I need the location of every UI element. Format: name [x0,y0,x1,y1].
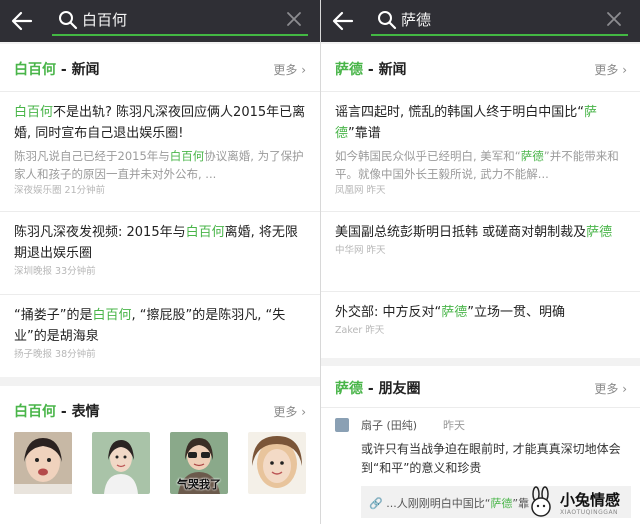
text-segment: ”立场一贯、明确 [467,305,566,320]
moments-section-title: 萨德 - 朋友圈 [335,381,421,397]
highlight-keyword: 白百何 [185,225,225,240]
search-icon [59,11,78,30]
news-item-meta: 扬子晚报 38分钟前 [14,349,96,360]
news-item-meta: 中华网 昨天 [335,245,386,256]
sticker-row: 气哭我了 [0,426,320,524]
news-item-meta: 凤凰网 昨天 [335,185,386,196]
watermark: 小兔情感 XIAOTUQINGGAN [524,486,636,522]
chevron-right-icon: › [622,63,627,77]
watermark-subtitle: XIAOTUQINGGAN [560,509,619,516]
search-bar: 白百何 [0,0,320,42]
news-item[interactable]: 外交部: 中方反对“萨德”立场一贯、明确 Zaker 昨天 [321,292,640,358]
news-item-title[interactable]: 美国副总统彭斯明日抵韩 或磋商对朝制裁及萨德 [335,222,627,243]
highlight-keyword: 萨德 [490,497,513,510]
search-bar: 萨德 [321,0,640,42]
text-segment: 如今韩国民众似乎已经明白, 美军和“ [335,149,521,163]
search-field[interactable]: 萨德 [371,6,628,36]
news-item-snippet: 如今韩国民众似乎已经明白, 美军和“萨德”并不能带来和平。就像中国外长王毅所说,… [335,147,627,183]
search-query[interactable]: 白百何 [82,10,127,30]
more-news-link[interactable]: 更多 › [594,61,627,78]
news-item-title[interactable]: 白百何不是出轨? 陈羽凡深夜回应俩人2015年已离婚, 同时宣布自己退出娱乐圈! [14,102,306,144]
avatar[interactable] [335,418,349,432]
left-panel: 白百何 白百何 - 新闻 更多 › 白百何不是出轨? 陈羽凡深夜回应俩人2015… [0,0,320,524]
stickers-section-title: 白百何 - 表情 [14,404,100,420]
news-section-header: 白百何 - 新闻 更多 › [0,44,320,92]
news-item-meta: 深夜娱乐圈 21分钟前 [14,185,106,196]
moment-link-text[interactable]: ...人刚刚明白中国比“萨德”靠 [386,497,529,510]
clear-icon[interactable] [606,11,622,27]
chevron-right-icon: › [301,63,306,77]
sticker-2[interactable] [92,432,150,494]
text-segment: ...人刚刚明白中国比“ [386,497,491,510]
highlight-keyword: 白百何 [14,105,54,120]
text-segment: ”靠谱 [348,126,381,141]
rabbit-logo-icon [531,486,551,517]
moments-section-header: 萨德 - 朋友圈 更多 › [321,366,640,408]
highlight-keyword: 白百何 [169,149,205,163]
chevron-right-icon: › [622,382,627,396]
highlight-keyword: 萨德 [586,225,613,240]
moment-author[interactable]: 扇子 (田纯) [361,417,417,433]
news-item[interactable]: 陈羽凡深夜发视频: 2015年与白百何离婚, 将无限期退出娱乐圈 深圳晚报 33… [0,212,320,295]
back-arrow-icon[interactable] [10,10,34,32]
right-panel: 萨德 萨德 - 新闻 更多 › 谣言四起时, 慌乱的韩国人终于明白中国比“萨德”… [320,0,640,524]
search-field[interactable]: 白百何 [52,6,308,36]
search-icon [378,11,397,30]
link-icon: 🔗 [369,497,383,510]
text-segment: 陈羽凡说自己已经于2015年与 [14,149,170,163]
news-section: 白百何 - 新闻 更多 › 白百何不是出轨? 陈羽凡深夜回应俩人2015年已离婚… [0,44,320,377]
sticker-face-image [14,432,72,494]
news-item[interactable]: “捅娄子”的是白百何, “擦屁股”的是陈羽凡, “失业”的是胡海泉 扬子晚报 3… [0,295,320,377]
text-segment: “捅娄子”的是 [14,308,93,323]
sticker-1[interactable] [14,432,72,494]
news-item-meta: Zaker 昨天 [335,325,385,336]
more-news-link[interactable]: 更多 › [273,61,306,78]
news-item[interactable]: 谣言四起时, 慌乱的韩国人终于明白中国比“萨德”靠谱 如今韩国民众似乎已经明白,… [321,92,640,212]
text-segment: 或许只有当战争迫在眼前时, 才能真真深切地体会到“和平”的意义和珍贵 [361,442,621,475]
news-item[interactable]: 美国副总统彭斯明日抵韩 或磋商对朝制裁及萨德 中华网 昨天 [321,212,640,292]
back-arrow-icon[interactable] [331,10,355,32]
moment-time: 昨天 [443,419,465,432]
sticker-4[interactable] [248,432,306,494]
sticker-3[interactable]: 气哭我了 [170,432,228,494]
highlight-keyword: 萨德 [441,305,468,320]
news-item-title[interactable]: 外交部: 中方反对“萨德”立场一贯、明确 [335,302,627,323]
sticker-face-image [92,432,150,494]
watermark-title: 小兔情感 [560,491,621,509]
sticker-caption: 气哭我了 [177,478,221,491]
news-section-header: 萨德 - 新闻 更多 › [321,44,640,92]
news-item[interactable]: 白百何不是出轨? 陈羽凡深夜回应俩人2015年已离婚, 同时宣布自己退出娱乐圈!… [0,92,320,212]
stickers-section: 白百何 - 表情 更多 › 气哭我了 [0,386,320,524]
text-segment: 陈羽凡深夜发视频: 2015年与 [14,225,186,240]
news-section: 萨德 - 新闻 更多 › 谣言四起时, 慌乱的韩国人终于明白中国比“萨德”靠谱 … [321,44,640,358]
news-item-title[interactable]: 谣言四起时, 慌乱的韩国人终于明白中国比“萨德”靠谱 [335,102,627,144]
more-moments-link[interactable]: 更多 › [594,380,627,397]
news-section-title: 萨德 - 新闻 [335,62,407,78]
news-item-snippet: 陈羽凡说自己已经于2015年与白百何协议离婚, 为了保护家人和孩子的原因一直并未… [14,147,306,183]
clear-icon[interactable] [286,11,302,27]
news-section-title: 白百何 - 新闻 [14,62,100,78]
search-query[interactable]: 萨德 [401,10,431,30]
text-segment: 外交部: 中方反对“ [335,305,442,320]
text-segment: 谣言四起时, 慌乱的韩国人终于明白中国比“ [335,105,584,120]
text-segment: 不是出轨? 陈羽凡深夜回应俩人2015年已离婚, 同时宣布自己退出娱乐圈! [14,105,306,141]
more-stickers-link[interactable]: 更多 › [273,403,306,420]
news-item-title[interactable]: “捅娄子”的是白百何, “擦屁股”的是陈羽凡, “失业”的是胡海泉 [14,305,306,347]
chevron-right-icon: › [301,405,306,419]
highlight-keyword: 白百何 [92,308,132,323]
sticker-face-image [248,432,306,494]
highlight-keyword: 萨德 [520,149,544,163]
text-segment: 美国副总统彭斯明日抵韩 或磋商对朝制裁及 [335,225,587,240]
news-item-meta: 深圳晚报 33分钟前 [14,266,96,277]
moment-text: 或许只有当战争迫在眼前时, 才能真真深切地体会到“和平”的意义和珍贵 [361,440,629,478]
news-item-title[interactable]: 陈羽凡深夜发视频: 2015年与白百何离婚, 将无限期退出娱乐圈 [14,222,306,264]
